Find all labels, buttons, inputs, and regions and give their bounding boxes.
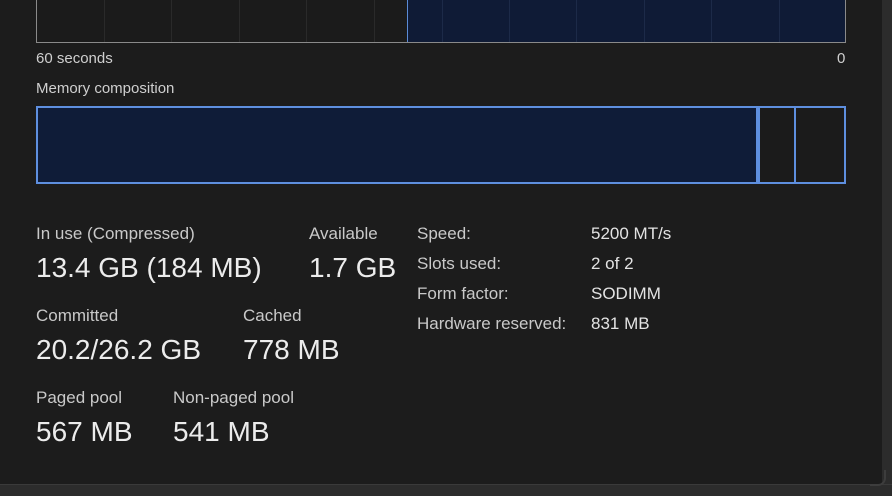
window-resize-corner[interactable] (870, 470, 886, 486)
memory-usage-graph (36, 0, 846, 43)
hardware-reserved-value: 831 MB (591, 314, 650, 333)
cached-label: Cached (243, 306, 302, 325)
composition-standby-segment[interactable] (760, 108, 796, 182)
hardware-reserved-label: Hardware reserved: (417, 314, 567, 333)
available-value: 1.7 GB (309, 252, 397, 283)
form-factor-value: SODIMM (591, 284, 661, 303)
speed-label: Speed: (417, 224, 471, 243)
slots-used-value: 2 of 2 (591, 254, 634, 273)
graph-time-span-label: 60 seconds (36, 50, 113, 67)
paged-pool-label: Paged pool (36, 388, 123, 407)
in-use-value: 13.4 GB (184 MB) (36, 252, 262, 283)
cached-value: 778 MB (243, 334, 340, 365)
in-use-label: In use (Compressed) (36, 224, 195, 243)
non-paged-pool-label: Non-paged pool (173, 388, 294, 407)
window-bottom-edge (0, 484, 892, 496)
memory-composition-title: Memory composition (36, 80, 175, 97)
non-paged-pool-value: 541 MB (173, 416, 270, 447)
memory-usage-fill (407, 0, 845, 42)
slots-used-label: Slots used: (417, 254, 502, 273)
form-factor-label: Form factor: (417, 284, 509, 303)
window-right-edge (882, 0, 892, 496)
composition-free-segment[interactable] (796, 108, 844, 182)
memory-composition-bar[interactable] (36, 106, 846, 184)
committed-value: 20.2/26.2 GB (36, 334, 202, 365)
memory-performance-panel: 60 seconds 0 Memory composition In use (… (0, 0, 892, 496)
paged-pool-value: 567 MB (36, 416, 133, 447)
available-label: Available (309, 224, 378, 243)
speed-value: 5200 MT/s (591, 224, 672, 243)
composition-in-use-segment[interactable] (38, 108, 756, 182)
graph-end-label: 0 (837, 50, 846, 67)
committed-label: Committed (36, 306, 119, 325)
